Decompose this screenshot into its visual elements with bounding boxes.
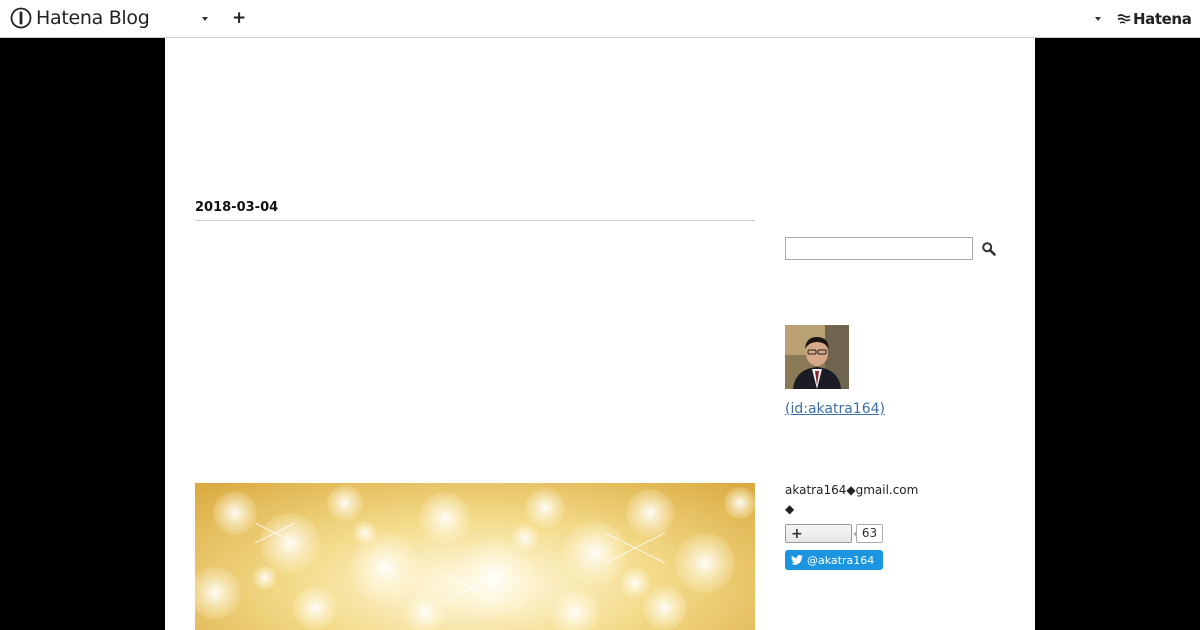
main-column: 2018-03-04 xyxy=(195,38,755,630)
twitter-follow-button[interactable]: @akatra164 xyxy=(785,550,883,570)
global-header: Hatena Blog + Hatena xyxy=(0,0,1200,38)
blog-container: 2018-03-04 (id:akatra164) akatra164◆gmai… xyxy=(165,38,1035,630)
entry-eyecatch-image[interactable] xyxy=(195,483,755,630)
reader-widget: + 63 xyxy=(785,524,883,543)
reader-count: 63 xyxy=(853,524,883,543)
brand-name: Hatena Blog xyxy=(36,7,150,29)
avatar-image xyxy=(785,325,849,389)
hatena-blog-logo-icon xyxy=(10,7,32,29)
caret-down-icon[interactable] xyxy=(202,17,208,21)
contact-info: akatra164◆gmail.com ◆ xyxy=(785,481,918,519)
sidebar: (id:akatra164) akatra164◆gmail.com ◆ + 6… xyxy=(785,38,1005,630)
profile-avatar[interactable] xyxy=(785,325,849,389)
hatena-logo-label: Hatena xyxy=(1133,10,1192,28)
hatena-blog-brand[interactable]: Hatena Blog xyxy=(10,7,150,29)
profile-id-link[interactable]: (id:akatra164) xyxy=(785,401,885,417)
contact-email: akatra164◆gmail.com xyxy=(785,483,919,497)
hatena-logo[interactable]: Hatena xyxy=(1117,10,1192,28)
caret-down-icon[interactable] xyxy=(1095,17,1101,21)
entry-date[interactable]: 2018-03-04 xyxy=(195,200,755,221)
hatena-logo-icon xyxy=(1117,14,1131,24)
twitter-handle: @akatra164 xyxy=(807,553,875,567)
contact-note: ◆ xyxy=(785,502,795,516)
twitter-bird-icon xyxy=(791,555,803,565)
subscribe-button[interactable]: + xyxy=(785,524,852,543)
magnifier-icon[interactable] xyxy=(981,241,997,257)
add-button[interactable]: + xyxy=(232,10,246,27)
bokeh-image xyxy=(195,485,755,630)
search-input[interactable] xyxy=(785,237,973,260)
plus-icon: + xyxy=(791,526,803,542)
